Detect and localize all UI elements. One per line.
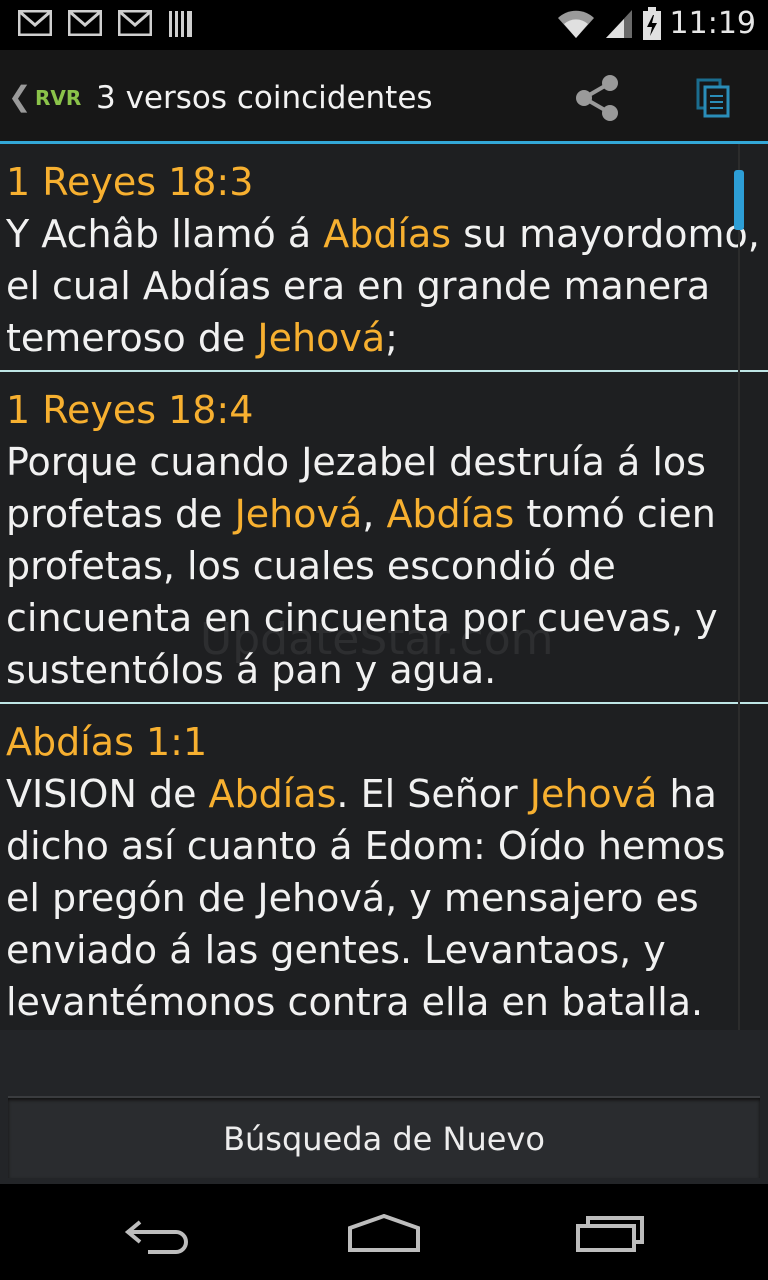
verse-reference: 1 Reyes 18:4 <box>6 388 254 432</box>
new-search-button[interactable]: Búsqueda de Nuevo <box>8 1096 760 1178</box>
scrollbar-track <box>738 144 740 1030</box>
home-icon[interactable] <box>346 1214 422 1254</box>
highlight: Abdías <box>386 492 515 536</box>
battery-icon <box>642 6 661 40</box>
bible-version-label[interactable]: RVR <box>35 86 81 110</box>
gmail-icon <box>118 10 152 36</box>
recent-apps-icon[interactable] <box>574 1214 646 1254</box>
gmail-icon <box>68 10 102 36</box>
copy-icon[interactable] <box>696 78 730 118</box>
notification-icons <box>18 10 194 38</box>
share-icon[interactable] <box>574 74 620 122</box>
action-bar: ❮ RVR 3 versos coincidentes <box>0 50 768 144</box>
status-time: 11:19 <box>669 6 756 41</box>
up-chevron-icon[interactable]: ❮ <box>8 80 31 113</box>
list-item[interactable]: 1 Reyes 18:4 Porque cuando Jezabel destr… <box>0 372 768 704</box>
signal-icon <box>605 9 632 38</box>
verse-text: Porque cuando Jezabel destruía á los pro… <box>6 440 718 692</box>
results-list[interactable]: UpdateStar.com 1 Reyes 18:3 Y Achâb llam… <box>0 144 768 1036</box>
back-icon[interactable] <box>124 1214 194 1254</box>
verse-reference: 1 Reyes 18:3 <box>6 160 254 204</box>
highlight: Jehová <box>234 492 363 536</box>
footer: Búsqueda de Nuevo <box>0 1030 768 1184</box>
highlight: Jehová <box>257 316 386 360</box>
highlight: Abdías <box>208 772 337 816</box>
highlight: Jehová <box>529 772 658 816</box>
barcode-icon <box>169 11 192 37</box>
gmail-icon <box>18 10 52 36</box>
highlight: Abdías <box>323 212 452 256</box>
wifi-icon <box>557 10 594 38</box>
status-bar: 11:19 <box>0 0 768 50</box>
navigation-bar <box>0 1184 768 1280</box>
scrollbar-thumb[interactable] <box>734 170 744 230</box>
page-title: 3 versos coincidentes <box>96 80 433 116</box>
list-item[interactable]: 1 Reyes 18:3 Y Achâb llamó á Abdías su m… <box>0 144 768 372</box>
verse-text: Y Achâb llamó á Abdías su mayordomo, el … <box>6 212 760 360</box>
list-item[interactable]: Abdías 1:1 VISION de Abdías. El Señor Je… <box>0 704 768 1036</box>
verse-reference: Abdías 1:1 <box>6 720 208 764</box>
verse-text: VISION de Abdías. El Señor Jehová ha dic… <box>6 772 726 1024</box>
